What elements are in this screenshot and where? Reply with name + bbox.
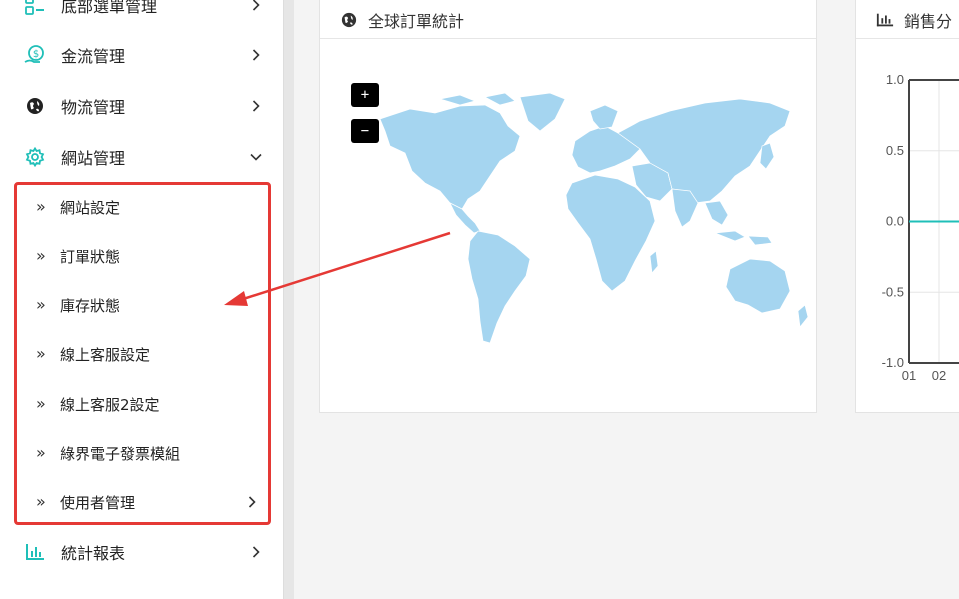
map-region-greenland (519, 92, 566, 132)
map-panel: 全球訂單統計 + − (319, 0, 817, 413)
double-chevron-icon: » (36, 344, 46, 363)
double-chevron-icon: » (36, 295, 46, 314)
sub-item-online-service-2[interactable]: » 線上客服2設定 (0, 384, 270, 424)
sub-item-label: 庫存狀態 (60, 296, 121, 315)
chevron-right-icon (250, 546, 262, 558)
sub-item-label: 線上客服設定 (60, 345, 151, 364)
map-region-australia (725, 258, 791, 314)
sidebar: 底部選單管理 $ 金流管理 物流管理 網站管理 » 網站設定 » 訂單狀態 » … (0, 0, 284, 599)
double-chevron-icon: » (36, 394, 46, 413)
double-chevron-icon: » (36, 197, 46, 216)
map-region-south-america (467, 230, 531, 344)
globe-icon (24, 95, 46, 117)
map-panel-title: 全球訂單統計 (368, 11, 465, 31)
map-region-southeast-asia (704, 200, 729, 226)
sub-item-user-management[interactable]: » 使用者管理 (0, 482, 270, 522)
sidebar-item-website[interactable]: 網站管理 (0, 135, 284, 179)
chevron-right-icon (250, 100, 262, 112)
sidebar-item-reports[interactable]: 統計報表 (0, 530, 284, 574)
sidebar-item-label: 網站管理 (61, 149, 126, 168)
sub-item-label: 綠界電子發票模組 (60, 444, 181, 463)
sub-item-website-settings[interactable]: » 網站設定 (0, 187, 270, 227)
chart-y-tick-label: 1.0 (886, 72, 904, 87)
sidebar-item-label: 金流管理 (61, 47, 126, 66)
map-region-japan (759, 142, 775, 170)
sales-panel-header: 銷售分 (856, 1, 959, 39)
sidebar-item-label: 物流管理 (61, 98, 126, 117)
sub-item-order-status[interactable]: » 訂單狀態 (0, 236, 270, 276)
sales-line-chart: 1.0 0.5 0.0 -0.5 -1.001 02 (882, 72, 959, 383)
map-region-arctic-islands (439, 92, 516, 106)
chart-x-tick-label: 01 (902, 368, 916, 383)
sales-panel-title: 銷售分 (904, 11, 953, 31)
sidebar-item-payment[interactable]: $ 金流管理 (0, 33, 284, 77)
bar-chart-icon (24, 541, 46, 563)
sidebar-item-label: 統計報表 (61, 544, 126, 563)
chart-y-tick-label: -0.5 (882, 284, 904, 299)
double-chevron-icon: » (36, 443, 46, 462)
sub-item-label: 使用者管理 (60, 493, 136, 512)
sidebar-item-label: 底部選單管理 (61, 0, 158, 16)
chart-y-tick-label: 0.0 (886, 214, 904, 229)
chevron-down-icon (250, 151, 262, 163)
double-chevron-icon: » (36, 246, 46, 265)
map-region-new-zealand (797, 304, 809, 328)
map-panel-header: 全球訂單統計 (320, 1, 816, 39)
map-region-scandinavia (589, 104, 619, 130)
chevron-right-icon (248, 496, 258, 508)
sub-item-ecpay-invoice[interactable]: » 綠界電子發票模組 (0, 433, 270, 473)
sidebar-scrollbar[interactable] (283, 0, 294, 599)
gear-icon (24, 146, 46, 168)
map-region-central-america (449, 202, 481, 234)
map-region-africa (565, 174, 656, 292)
sub-item-label: 訂單狀態 (60, 247, 121, 266)
svg-text:$: $ (33, 49, 39, 60)
chart-x-tick-label: 02 (932, 368, 946, 383)
globe-icon (340, 11, 358, 29)
chart-y-tick-label: -1.0 (882, 355, 904, 370)
world-map[interactable] (350, 91, 810, 361)
map-region-indonesia (714, 230, 773, 246)
bar-chart-icon (876, 11, 894, 29)
sub-item-stock-status[interactable]: » 庫存狀態 (0, 285, 270, 325)
money-icon: $ (24, 44, 46, 66)
sub-item-label: 線上客服2設定 (60, 395, 160, 414)
chevron-right-icon (250, 49, 262, 61)
sidebar-item-footer-menu[interactable]: 底部選單管理 (0, 0, 284, 27)
sub-item-label: 網站設定 (60, 198, 121, 217)
sub-item-online-service[interactable]: » 線上客服設定 (0, 334, 270, 374)
double-chevron-icon: » (36, 492, 46, 511)
sidebar-item-logistics[interactable]: 物流管理 (0, 84, 284, 128)
list-icon (24, 0, 46, 16)
chart-y-tick-label: 0.5 (886, 143, 904, 158)
map-region-madagascar (649, 250, 659, 274)
map-region-north-america (379, 104, 521, 210)
chevron-right-icon (250, 0, 262, 11)
